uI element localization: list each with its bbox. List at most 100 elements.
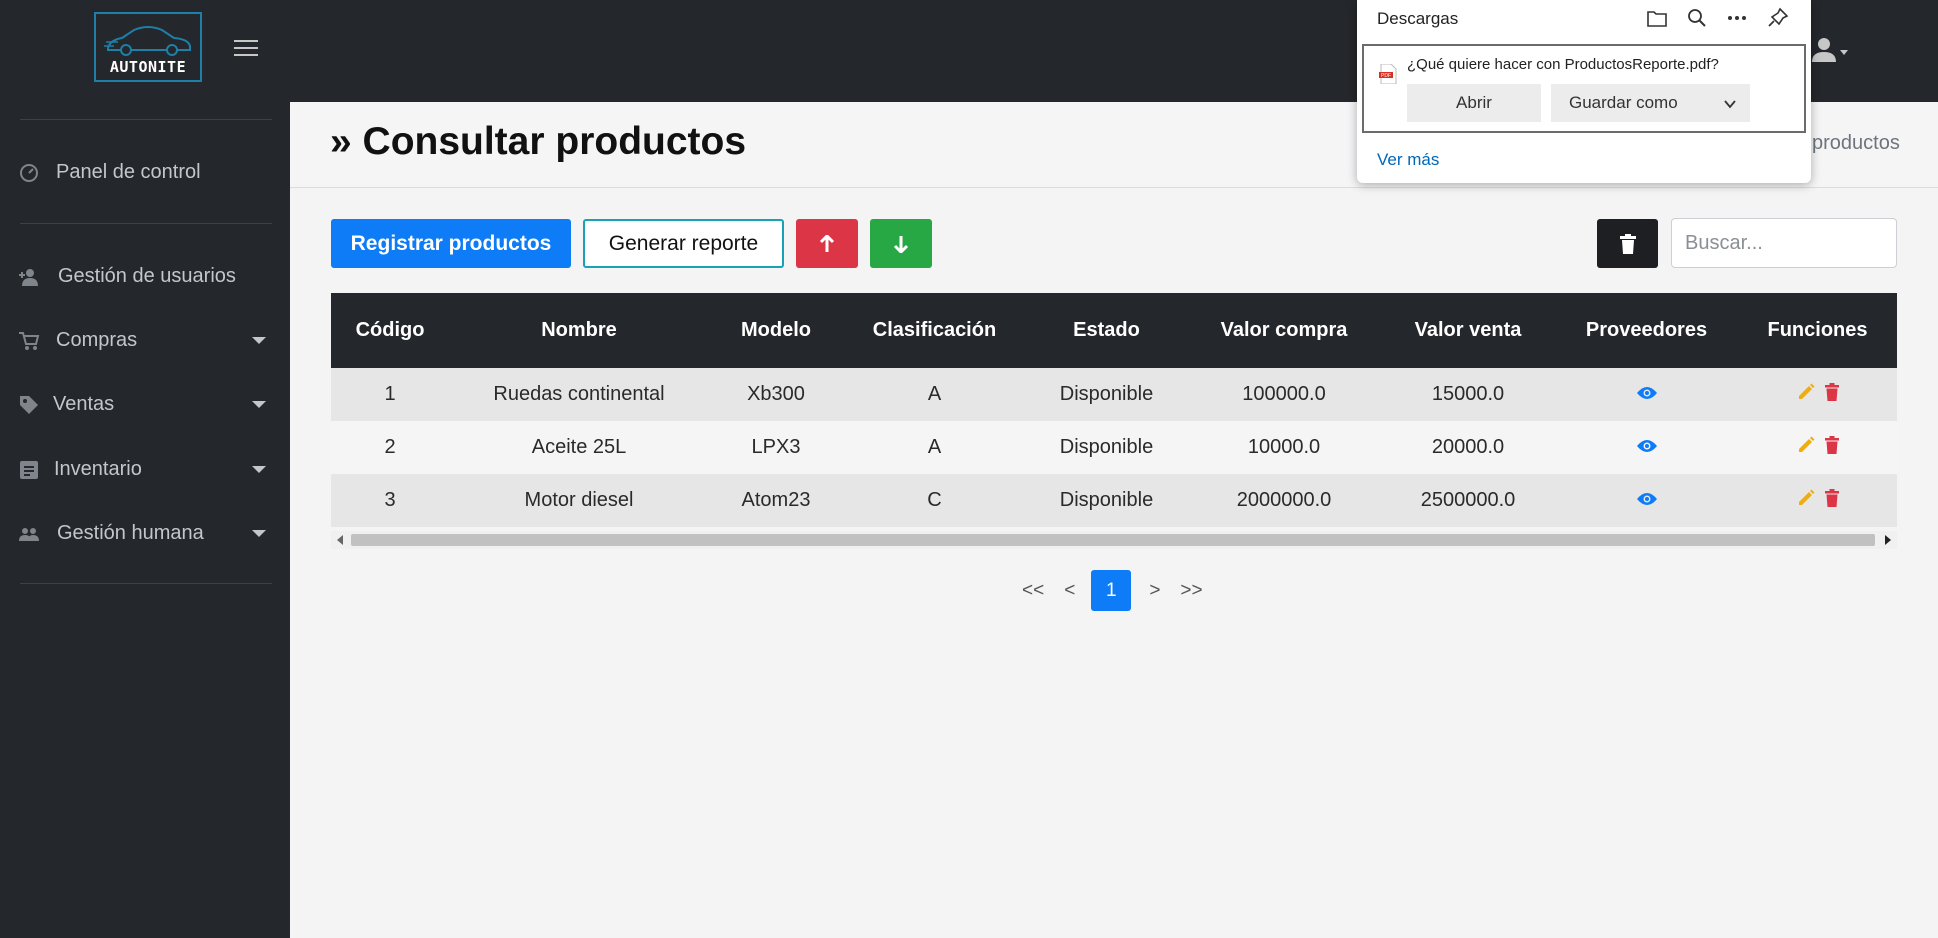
sidebar-item-label: Panel de control — [56, 161, 201, 183]
sidebar-item-label: Gestión de usuarios — [58, 265, 236, 287]
pdf-file-icon: PDF — [1379, 64, 1397, 84]
column-header-valor-venta[interactable]: Valor venta — [1381, 293, 1555, 368]
sidebar-item-gestion-de-usuarios[interactable]: Gestión de usuarios — [0, 252, 290, 300]
sidebar-item-label: Inventario — [54, 458, 142, 480]
sidebar-item-label: Ventas — [53, 393, 115, 415]
column-header-estado[interactable]: Estado — [1026, 293, 1187, 368]
page-title: » Consultar productos — [330, 120, 747, 163]
cell-codigo: 2 — [384, 436, 396, 458]
cart-icon — [19, 332, 40, 350]
cell-valor-venta: 15000.0 — [1431, 383, 1505, 405]
sidebar-item-panel-de-control[interactable]: Panel de control — [0, 148, 290, 196]
eye-icon[interactable] — [1636, 436, 1658, 459]
user-menu-icon[interactable] — [1810, 36, 1852, 66]
more-options-icon[interactable] — [1724, 6, 1750, 30]
cell-funciones — [1738, 421, 1897, 474]
table-header-row: Código Nombre Modelo Clasificación Estad… — [331, 293, 1897, 368]
sidebar-item-label: Compras — [56, 329, 138, 351]
cell-clasificacion: A — [927, 383, 942, 405]
pagination-prev[interactable]: < — [1058, 580, 1081, 602]
list-alt-icon — [20, 461, 38, 479]
sidebar-item-compras[interactable]: Compras — [0, 316, 290, 364]
edit-pencil-icon[interactable] — [1797, 436, 1815, 460]
logo-text: AUTONITE — [109, 58, 187, 76]
sidebar-divider — [20, 119, 272, 120]
table-row: 1 Ruedas continental Xb300 A Disponible … — [331, 368, 1897, 421]
pagination: << < 1 > >> — [1016, 570, 1209, 611]
edit-pencil-icon[interactable] — [1797, 383, 1815, 407]
chevron-down-icon — [252, 337, 266, 344]
cell-codigo: 1 — [384, 383, 396, 405]
folder-icon[interactable] — [1644, 6, 1670, 30]
open-file-button[interactable]: Abrir — [1407, 84, 1541, 122]
register-products-button[interactable]: Registrar productos — [331, 219, 571, 268]
see-more-link[interactable]: Ver más — [1377, 150, 1439, 170]
upload-button[interactable] — [796, 219, 858, 268]
cell-nombre: Ruedas continental — [493, 383, 665, 405]
pin-icon[interactable] — [1765, 6, 1791, 30]
scrollbar-thumb[interactable] — [351, 534, 1875, 546]
search-input[interactable] — [1671, 218, 1897, 268]
cell-codigo: 3 — [384, 489, 396, 511]
eye-icon[interactable] — [1636, 383, 1658, 406]
cell-estado: Disponible — [1059, 383, 1154, 405]
delete-all-button[interactable] — [1597, 219, 1658, 268]
chevron-down-icon — [252, 401, 266, 408]
cell-proveedores — [1555, 368, 1738, 421]
generate-report-button[interactable]: Generar reporte — [583, 219, 784, 268]
cell-valor-venta: 20000.0 — [1431, 436, 1505, 458]
column-header-modelo[interactable]: Modelo — [709, 293, 843, 368]
pagination-current-page[interactable]: 1 — [1091, 570, 1132, 611]
delete-trash-icon[interactable] — [1824, 488, 1839, 513]
column-header-clasificacion[interactable]: Clasificación — [843, 293, 1026, 368]
cell-valor-compra: 10000.0 — [1247, 436, 1321, 458]
pagination-next[interactable]: > — [1143, 580, 1166, 602]
hamburger-menu-icon[interactable] — [234, 40, 258, 60]
trash-icon — [1619, 233, 1636, 254]
horizontal-scrollbar[interactable] — [331, 531, 1897, 549]
downloads-popup: Descargas PDF ¿Qué quiere hacer con Prod… — [1357, 0, 1811, 183]
table-row: 2 Aceite 25L LPX3 A Disponible 10000.0 2… — [331, 421, 1897, 474]
cell-estado: Disponible — [1059, 489, 1154, 511]
column-header-codigo[interactable]: Código — [331, 293, 449, 368]
cell-nombre: Aceite 25L — [531, 436, 627, 458]
download-item: PDF ¿Qué quiere hacer con ProductosRepor… — [1362, 44, 1806, 133]
people-icon — [19, 528, 39, 541]
cell-valor-compra: 2000000.0 — [1236, 489, 1332, 511]
app-logo[interactable]: AUTONITE — [94, 12, 202, 82]
downloads-title: Descargas — [1377, 9, 1459, 28]
sidebar-item-gestion-humana[interactable]: Gestión humana — [0, 509, 290, 557]
cell-valor-venta: 2500000.0 — [1420, 489, 1516, 511]
cell-estado: Disponible — [1059, 436, 1154, 458]
pagination-first[interactable]: << — [1016, 580, 1050, 602]
cell-modelo: LPX3 — [751, 436, 801, 458]
column-header-proveedores[interactable]: Proveedores — [1555, 293, 1738, 368]
eye-icon[interactable] — [1636, 489, 1658, 512]
arrow-down-icon — [893, 235, 909, 253]
sidebar-item-inventario[interactable]: Inventario — [0, 445, 290, 493]
chevron-down-icon — [252, 466, 266, 473]
table-row: 3 Motor diesel Atom23 C Disponible 20000… — [331, 474, 1897, 527]
pagination-last[interactable]: >> — [1174, 580, 1208, 602]
column-header-valor-compra[interactable]: Valor compra — [1187, 293, 1381, 368]
chevron-down-icon — [252, 530, 266, 537]
column-header-nombre[interactable]: Nombre — [449, 293, 709, 368]
breadcrumb[interactable]: productos — [1812, 132, 1900, 155]
delete-trash-icon[interactable] — [1824, 382, 1839, 407]
arrow-up-icon — [819, 234, 835, 252]
sidebar-item-ventas[interactable]: Ventas — [0, 380, 290, 428]
cell-funciones — [1738, 368, 1897, 421]
scroll-left-arrow-icon[interactable] — [337, 535, 343, 545]
products-table-container: Código Nombre Modelo Clasificación Estad… — [331, 293, 1897, 549]
tag-icon — [20, 396, 38, 414]
column-header-funciones[interactable]: Funciones — [1738, 293, 1897, 368]
download-question-text: ¿Qué quiere hacer con ProductosReporte.p… — [1407, 56, 1719, 73]
scroll-right-arrow-icon[interactable] — [1885, 535, 1891, 545]
chevron-down-icon[interactable] — [1724, 98, 1736, 110]
download-button[interactable] — [870, 219, 932, 268]
save-as-button[interactable]: Guardar como — [1551, 84, 1750, 122]
edit-pencil-icon[interactable] — [1797, 489, 1815, 513]
car-logo-icon — [104, 26, 191, 56]
delete-trash-icon[interactable] — [1824, 435, 1839, 460]
search-icon[interactable] — [1684, 6, 1710, 30]
